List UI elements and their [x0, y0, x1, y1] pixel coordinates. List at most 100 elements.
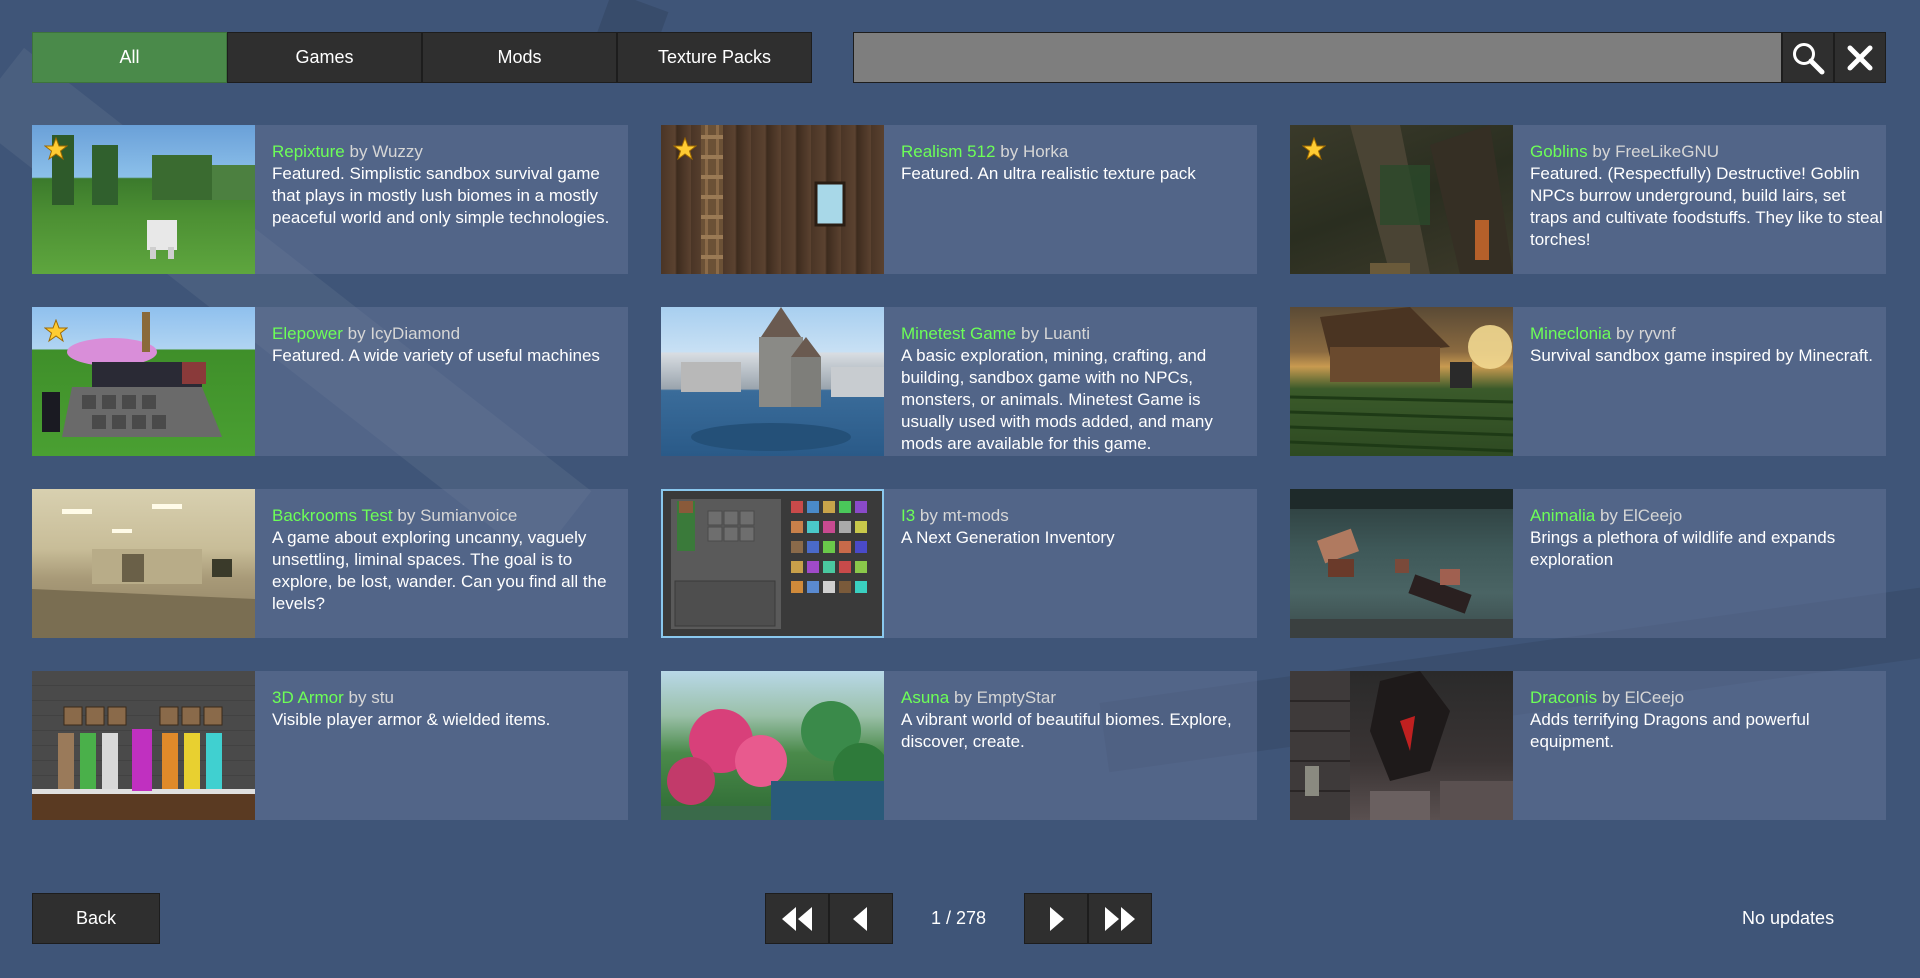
package-author: ElCeejo: [1624, 688, 1685, 707]
package-title: Minetest Game: [901, 324, 1017, 343]
featured-star-icon: [44, 137, 68, 161]
package-title: Asuna: [901, 688, 950, 707]
pagination: 1 / 278: [765, 893, 1152, 944]
package-by: by: [397, 506, 416, 525]
package-by: by: [1592, 142, 1611, 161]
package-thumbnail: [661, 125, 884, 274]
package-card[interactable]: Elepower by IcyDiamond Featured. A wide …: [32, 307, 628, 456]
package-thumbnail: [1290, 671, 1513, 820]
package-description: Featured. A wide variety of useful machi…: [272, 346, 600, 365]
package-author: ryvnf: [1638, 324, 1676, 343]
package-card[interactable]: Repixture by Wuzzy Featured. Simplistic …: [32, 125, 628, 274]
package-title: Draconis: [1530, 688, 1598, 707]
tab-games[interactable]: Games: [227, 32, 422, 83]
double-chevron-right-icon: [1105, 906, 1135, 931]
package-author: Sumianvoice: [420, 506, 518, 525]
package-title: Goblins: [1530, 142, 1588, 161]
package-title: Mineclonia: [1530, 324, 1612, 343]
package-description: Featured. An ultra realistic texture pac…: [901, 164, 1196, 183]
first-page-button[interactable]: [765, 893, 829, 944]
package-card[interactable]: Backrooms Test by Sumianvoice A game abo…: [32, 489, 628, 638]
package-title: Animalia: [1530, 506, 1596, 525]
prev-page-button[interactable]: [829, 893, 893, 944]
package-author: Luanti: [1043, 324, 1091, 343]
package-thumbnail: [1290, 307, 1513, 456]
package-description: A Next Generation Inventory: [901, 528, 1115, 547]
package-thumbnail: [661, 489, 884, 638]
package-by: by: [1000, 142, 1019, 161]
featured-star-icon: [44, 319, 68, 343]
package-by: by: [349, 142, 368, 161]
package-thumbnail: [32, 125, 255, 274]
package-by: by: [348, 688, 367, 707]
package-title: I3: [901, 506, 916, 525]
package-title: 3D Armor: [272, 688, 344, 707]
package-by: by: [1616, 324, 1634, 343]
package-card[interactable]: Animalia by ElCeejo Brings a plethora of…: [1290, 489, 1886, 638]
package-thumbnail: [32, 489, 255, 638]
package-description: Adds terrifying Dragons and powerful equ…: [1530, 710, 1810, 751]
featured-star-icon: [673, 137, 697, 161]
package-description: A game about exploring uncanny, vaguely …: [272, 528, 607, 613]
chevron-left-icon: [853, 906, 867, 931]
package-title: Realism 512: [901, 142, 996, 161]
tab-texture-packs[interactable]: Texture Packs: [617, 32, 812, 83]
package-card[interactable]: Mineclonia by ryvnf Survival sandbox gam…: [1290, 307, 1886, 456]
last-page-button[interactable]: [1088, 893, 1152, 944]
package-author: FreeLikeGNU: [1615, 142, 1719, 161]
package-by: by: [347, 324, 366, 343]
package-grid: Repixture by Wuzzy Featured. Simplistic …: [32, 125, 1887, 820]
package-description: A basic exploration, mining, crafting, a…: [901, 346, 1213, 453]
package-card[interactable]: I3 by mt-mods A Next Generation Inventor…: [661, 489, 1257, 638]
package-title: Elepower: [272, 324, 343, 343]
package-author: mt-mods: [942, 506, 1009, 525]
package-author: EmptyStar: [976, 688, 1056, 707]
chevron-right-icon: [1050, 906, 1064, 931]
package-author: IcyDiamond: [370, 324, 461, 343]
package-by: by: [919, 506, 938, 525]
package-card[interactable]: Asuna by EmptyStar A vibrant world of be…: [661, 671, 1257, 820]
package-title: Backrooms Test: [272, 506, 393, 525]
package-description: Survival sandbox game inspired by Minecr…: [1530, 346, 1873, 365]
close-icon: [1847, 45, 1873, 70]
package-card[interactable]: Draconis by ElCeejo Adds terrifying Drag…: [1290, 671, 1886, 820]
package-description: Brings a plethora of wildlife and expand…: [1530, 528, 1836, 569]
package-author: ElCeejo: [1622, 506, 1683, 525]
package-by: by: [1599, 506, 1618, 525]
search-input[interactable]: [853, 32, 1782, 83]
page-indicator: 1 / 278: [930, 908, 987, 928]
featured-star-icon: [1302, 137, 1326, 161]
package-thumbnail: [1290, 489, 1513, 638]
package-thumbnail: [32, 671, 255, 820]
package-thumbnail: [661, 671, 884, 820]
next-page-button[interactable]: [1024, 893, 1088, 944]
search-icon: [1793, 42, 1825, 74]
package-author: Wuzzy: [372, 142, 423, 161]
search-bar: [853, 32, 1886, 83]
clear-search-button[interactable]: [1834, 32, 1886, 83]
package-card[interactable]: Realism 512 by Horka Featured. An ultra …: [661, 125, 1257, 274]
double-chevron-left-icon: [782, 906, 812, 931]
update-status: No updates: [1742, 908, 1835, 928]
tab-mods[interactable]: Mods: [422, 32, 617, 83]
package-description: A vibrant world of beautiful biomes. Exp…: [901, 710, 1232, 751]
package-thumbnail: [661, 307, 884, 456]
package-card[interactable]: Goblins by FreeLikeGNU Featured. (Respec…: [1290, 125, 1886, 274]
package-by: by: [1021, 324, 1039, 343]
back-button[interactable]: Back: [32, 893, 160, 944]
package-by: by: [953, 688, 972, 707]
package-description: Featured. (Respectfully) Destructive! Go…: [1530, 164, 1883, 249]
package-author: Horka: [1022, 142, 1069, 161]
package-by: by: [1601, 688, 1620, 707]
package-thumbnail: [32, 307, 255, 456]
tab-all[interactable]: All: [32, 32, 227, 83]
package-thumbnail: [1290, 125, 1513, 274]
package-description: Visible player armor & wielded items.: [272, 710, 551, 729]
search-button[interactable]: [1782, 32, 1834, 83]
package-description: Featured. Simplistic sandbox survival ga…: [272, 164, 610, 227]
package-card[interactable]: Minetest Game by Luanti A basic explorat…: [661, 307, 1257, 456]
category-tabs: All Games Mods Texture Packs: [32, 32, 812, 83]
package-title: Repixture: [272, 142, 345, 161]
package-author: stu: [371, 688, 394, 707]
package-card[interactable]: 3D Armor by stu Visible player armor & w…: [32, 671, 628, 820]
